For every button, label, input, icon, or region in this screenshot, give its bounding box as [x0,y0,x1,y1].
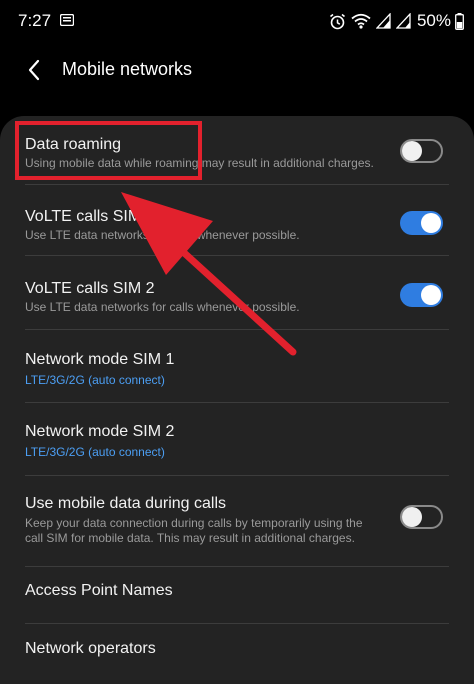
setting-value: LTE/3G/2G (auto connect) [25,445,165,459]
setting-mobile-data-during-calls[interactable]: Use mobile data during calls Keep your d… [0,476,474,566]
back-button[interactable] [18,54,50,86]
setting-title: Network operators [25,640,156,657]
setting-title: VoLTE calls SIM 2 [25,280,155,297]
battery-percentage: 50% [416,11,451,30]
mobile-data-calls-toggle[interactable] [400,505,443,529]
page-title: Mobile networks [62,59,193,79]
setting-title: VoLTE calls SIM 1 [25,208,155,225]
setting-title: Network mode SIM 1 [25,351,175,368]
app-header: Mobile networks [0,44,474,96]
notification-icon [60,14,74,26]
setting-title: Access Point Names [25,582,173,599]
status-time: 7:27 [18,11,52,30]
setting-title: Network mode SIM 2 [25,423,175,440]
status-icons: 50% [329,10,464,32]
toggle-knob [421,285,441,305]
signal-icon [395,13,411,29]
setting-subtitle: Use LTE data networks for calls whenever… [25,300,300,314]
setting-subtitle: Use LTE data networks for calls whenever… [25,228,300,242]
signal-icon [375,13,391,29]
toggle-knob [402,507,422,527]
setting-subtitle: Keep your data connection during calls b… [25,516,363,545]
status-bar: 7:27 50% [0,0,474,42]
chevron-left-icon [28,59,40,81]
settings-list: Data roaming Using mobile data while roa… [0,116,474,684]
data-roaming-toggle[interactable] [400,139,443,163]
volte-sim1-toggle[interactable] [400,211,443,235]
setting-value: LTE/3G/2G (auto connect) [25,373,165,387]
toggle-knob [421,213,441,233]
alarm-icon [329,13,345,29]
setting-network-mode-sim2[interactable]: Network mode SIM 2 LTE/3G/2G (auto conne… [0,403,474,475]
annotation-highlight-box [15,121,202,180]
wifi-icon [351,13,371,29]
setting-volte-sim1[interactable]: VoLTE calls SIM 1 Use LTE data networks … [0,185,474,255]
setting-volte-sim2[interactable]: VoLTE calls SIM 2 Use LTE data networks … [0,256,474,329]
volte-sim2-toggle[interactable] [400,283,443,307]
setting-network-mode-sim1[interactable]: Network mode SIM 1 LTE/3G/2G (auto conne… [0,330,474,402]
toggle-knob [402,141,422,161]
setting-network-operators[interactable]: Network operators [0,624,474,684]
setting-access-point-names[interactable]: Access Point Names [0,567,474,623]
battery-icon [455,12,464,30]
setting-title: Use mobile data during calls [25,495,226,512]
